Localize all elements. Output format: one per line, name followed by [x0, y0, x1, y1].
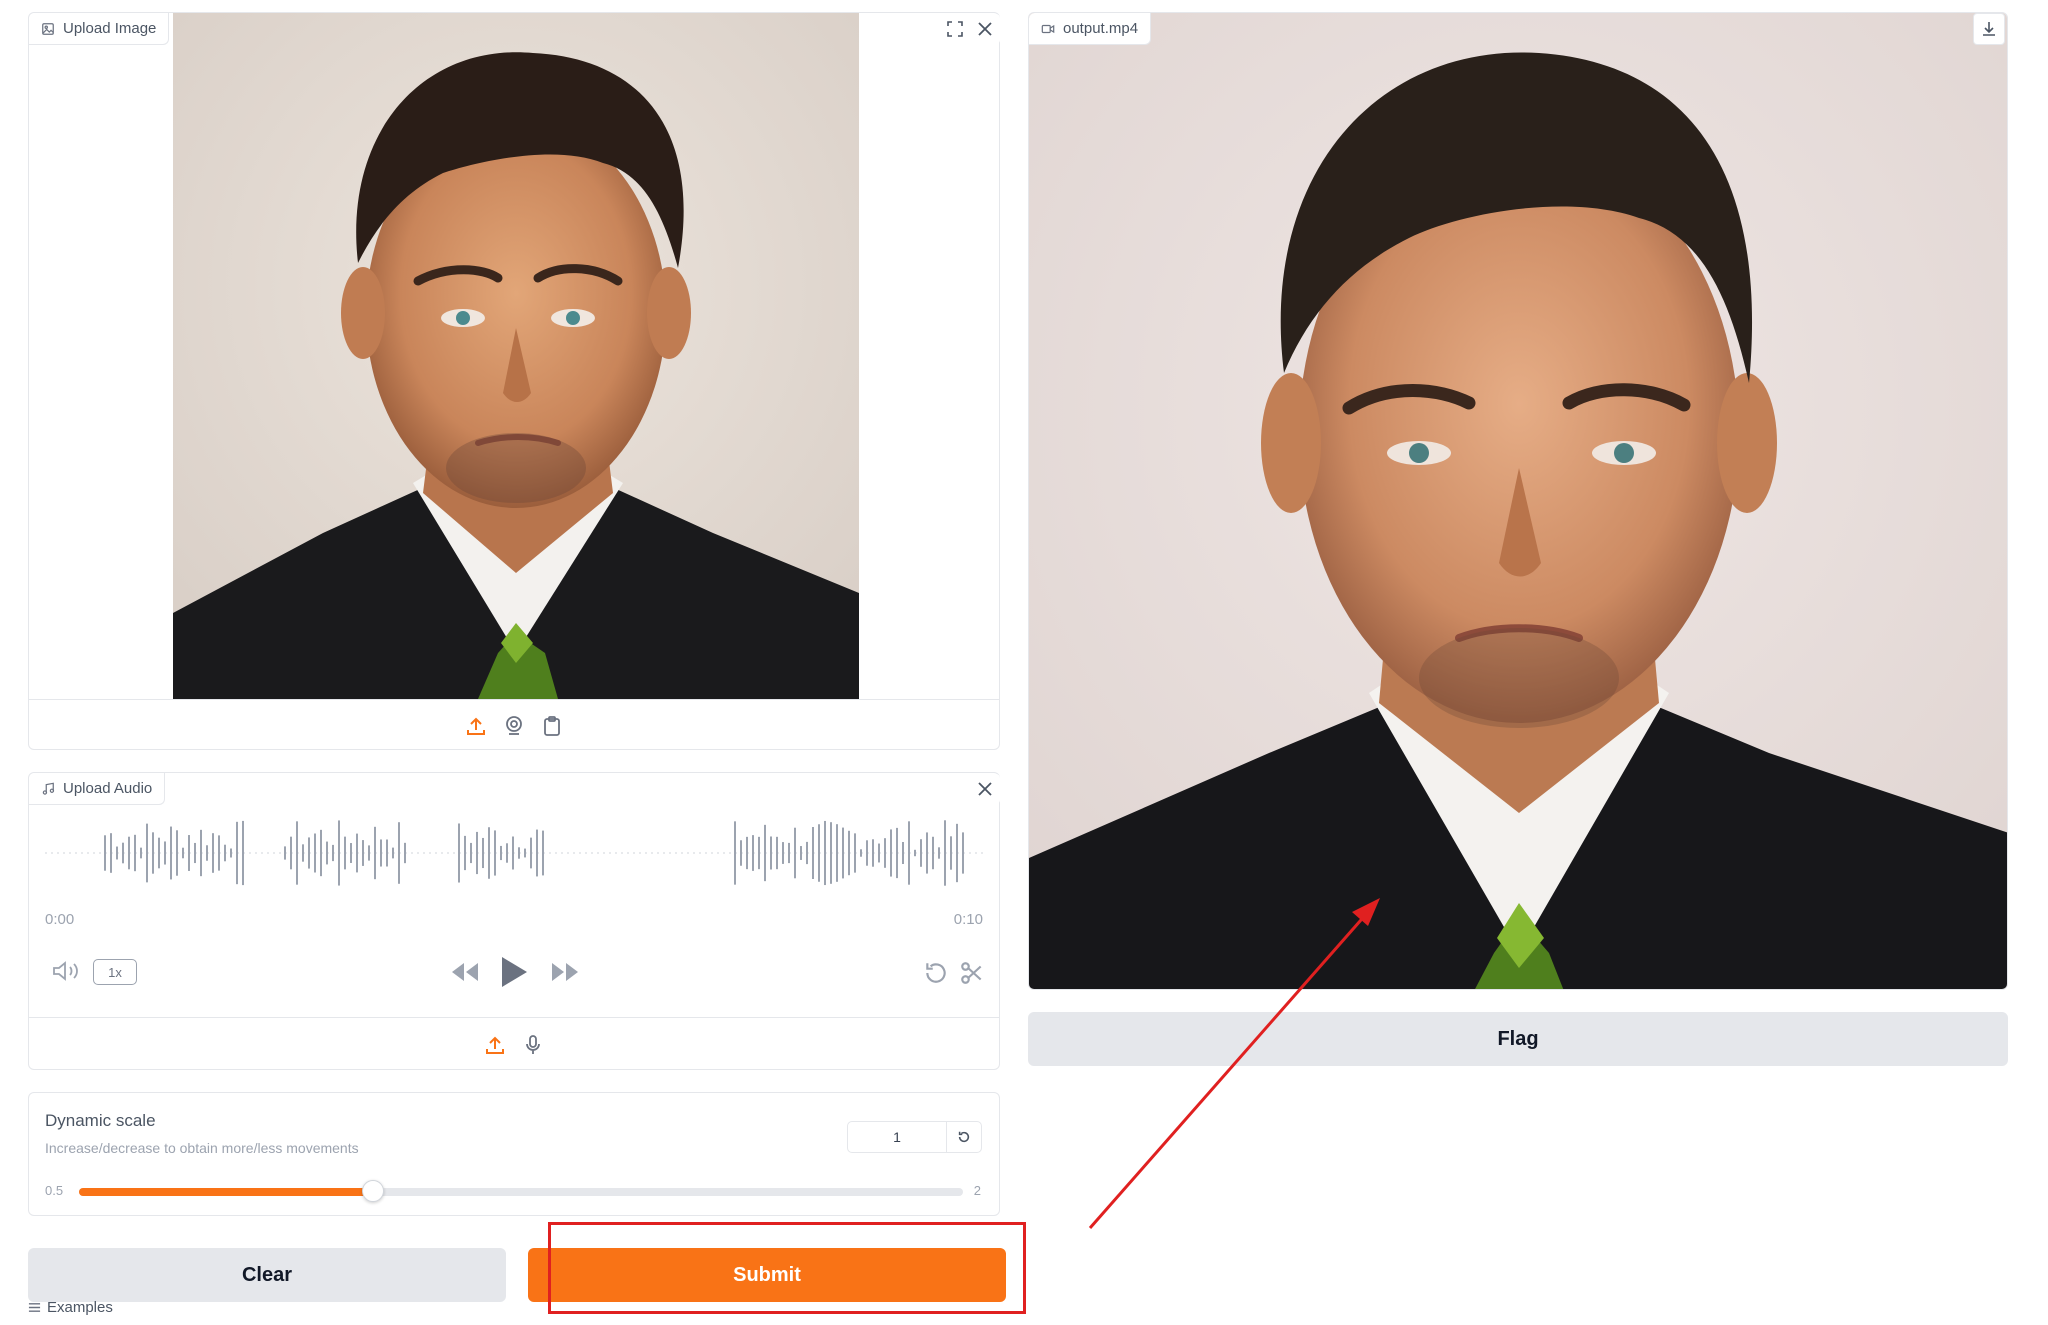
video-output-tag: output.mp4	[1029, 13, 1152, 45]
reset-icon	[958, 1131, 970, 1143]
video-output-label: output.mp4	[1063, 20, 1139, 37]
upload-icon[interactable]	[465, 715, 487, 737]
close-icon	[978, 782, 992, 796]
slider-info: Increase/decrease to obtain more/less mo…	[45, 1140, 359, 1156]
rewind-icon[interactable]	[449, 960, 481, 984]
clipboard-icon[interactable]	[541, 715, 563, 737]
slider-thumb[interactable]	[362, 1180, 385, 1202]
download-button[interactable]	[1973, 13, 2005, 45]
slider-min: 0.5	[45, 1183, 64, 1198]
slider-reset-button[interactable]	[946, 1121, 982, 1153]
clear-button[interactable]: Clear	[28, 1248, 506, 1302]
examples-label: Examples	[47, 1299, 113, 1316]
fullscreen-button[interactable]	[940, 14, 970, 44]
audio-waveform[interactable]	[45, 813, 985, 893]
slider-track[interactable]	[79, 1180, 963, 1202]
list-icon	[28, 1303, 41, 1312]
audio-source-bar	[29, 1017, 999, 1072]
audio-clear-button[interactable]	[970, 774, 1000, 804]
slider-max: 2	[973, 1183, 981, 1198]
download-icon	[1983, 22, 1995, 36]
audio-input-tag: Upload Audio	[29, 773, 166, 805]
webcam-icon[interactable]	[503, 715, 525, 737]
examples-section[interactable]: Examples	[28, 1299, 113, 1316]
audio-time-start: 0:00	[45, 911, 75, 928]
image-input-tag: Upload Image	[29, 13, 170, 45]
close-icon	[978, 22, 992, 36]
image-clear-button[interactable]	[970, 14, 1000, 44]
fast-forward-icon[interactable]	[549, 960, 581, 984]
slider-label: Dynamic scale	[45, 1111, 156, 1130]
playback-speed-button[interactable]: 1x	[93, 959, 137, 985]
video-icon	[1041, 24, 1055, 33]
music-icon	[42, 782, 55, 795]
volume-icon[interactable]	[51, 959, 83, 983]
audio-input-panel: Upload Audio 0:00 0:10 1x	[28, 772, 1000, 1070]
image-input-panel: Upload Image	[28, 12, 1000, 750]
audio-time-end: 0:10	[953, 911, 983, 928]
flag-button[interactable]: Flag	[1028, 1012, 2008, 1066]
image-input-label: Upload Image	[63, 20, 157, 37]
audio-input-label: Upload Audio	[63, 780, 153, 797]
reset-icon[interactable]	[923, 960, 949, 986]
slider-number-input[interactable]: 1	[847, 1121, 947, 1153]
fullscreen-icon	[947, 21, 963, 37]
play-icon[interactable]	[499, 955, 529, 989]
image-source-bar	[29, 699, 999, 752]
dynamic-scale-panel: Dynamic scale Increase/decrease to obtai…	[28, 1092, 1000, 1216]
upload-icon[interactable]	[484, 1034, 506, 1056]
image-icon	[42, 22, 54, 35]
output-video-frame[interactable]	[1029, 13, 2007, 989]
microphone-icon[interactable]	[522, 1034, 544, 1056]
input-portrait-image	[173, 13, 859, 699]
trim-icon[interactable]	[959, 960, 985, 986]
slider-fill	[79, 1188, 374, 1196]
submit-highlight-box	[548, 1222, 1026, 1314]
video-output-panel: output.mp4	[1028, 12, 2008, 990]
